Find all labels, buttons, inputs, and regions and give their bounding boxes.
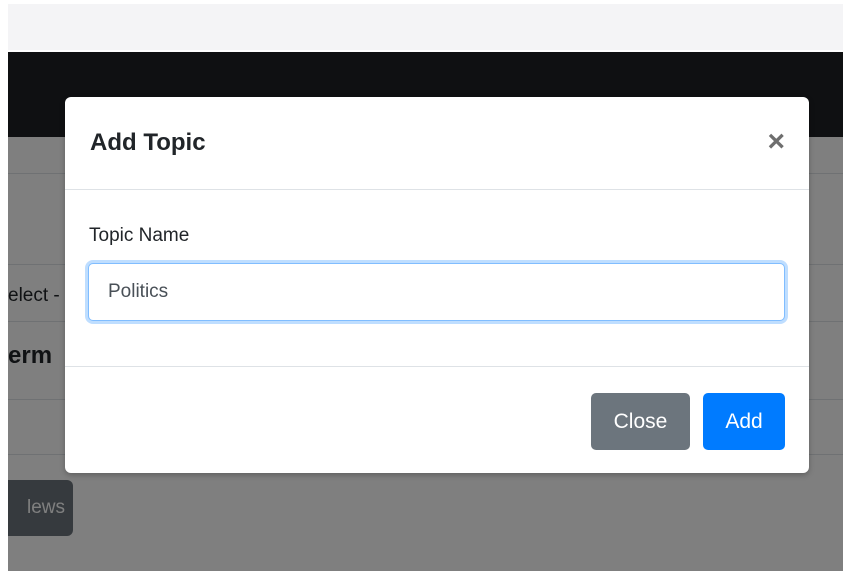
modal-header: Add Topic × bbox=[65, 97, 809, 190]
close-button[interactable]: Close bbox=[591, 393, 690, 450]
topic-name-input[interactable] bbox=[88, 263, 785, 321]
add-topic-modal: Add Topic × Topic Name Close Add bbox=[65, 97, 809, 473]
topic-name-label: Topic Name bbox=[89, 225, 190, 246]
close-icon[interactable]: × bbox=[767, 127, 785, 157]
page: elect - erm lews Add Topic × Topic Name … bbox=[0, 0, 843, 571]
add-button[interactable]: Add bbox=[703, 393, 785, 450]
browser-top-strip bbox=[8, 4, 843, 50]
modal-title: Add Topic bbox=[90, 129, 206, 156]
